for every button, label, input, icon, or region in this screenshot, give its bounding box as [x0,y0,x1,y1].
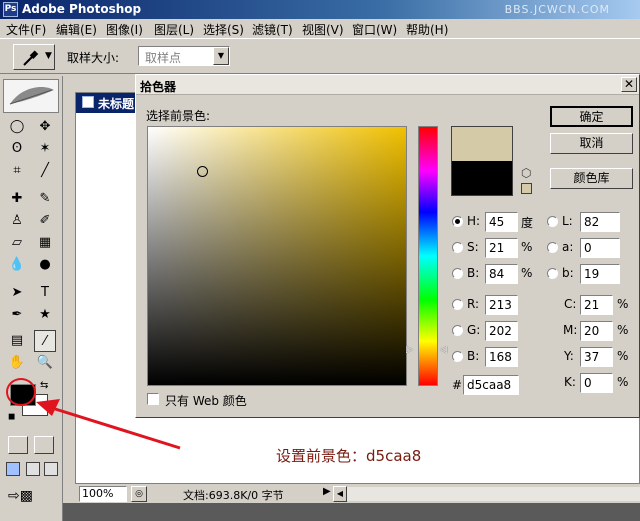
color-field-cursor[interactable] [197,166,208,177]
web-colors-checkbox[interactable] [147,393,159,405]
hsb-h-radio[interactable] [452,216,463,227]
color-preview [451,126,513,196]
h-label: H: [467,214,481,228]
k-input[interactable]: 0 [580,373,613,393]
y-unit: % [617,349,629,363]
h-input[interactable]: 45 [485,212,518,232]
l-label: L: [562,214,573,228]
hue-slider-left-handle-icon[interactable]: ▷ [406,345,413,355]
s-input[interactable]: 21 [485,238,518,258]
lab-l-radio[interactable] [547,216,558,227]
c-unit: % [617,297,629,311]
hue-slider[interactable] [418,126,438,386]
current-color-swatch [452,161,512,195]
k-unit: % [617,375,629,389]
gamut-swatch[interactable] [521,183,532,194]
r-input[interactable]: 213 [485,295,518,315]
b-label: B: [467,266,480,280]
select-foreground-label: 选择前景色: [146,109,211,123]
a-input[interactable]: 0 [580,238,620,258]
hex-input[interactable]: d5caa8 [463,375,519,395]
blue-input[interactable]: 168 [485,347,518,367]
l-input[interactable]: 82 [580,212,620,232]
hue-slider-right-handle-icon[interactable]: ◁ [440,345,447,355]
web-colors-label: 只有 Web 颜色 [165,394,247,408]
s-label: S: [467,240,479,254]
close-icon[interactable]: ✕ [621,77,637,92]
lab-b-radio[interactable] [547,268,558,279]
cancel-button[interactable]: 取消 [550,133,633,154]
gamut-cube-icon[interactable]: ⬡ [521,166,531,180]
brightness-unit: % [521,266,533,280]
r-label: R: [467,297,480,311]
rgb-g-radio[interactable] [452,325,463,336]
brightness-input[interactable]: 84 [485,264,518,284]
m-label: M: [563,323,578,337]
color-libraries-button[interactable]: 颜色库 [550,168,633,189]
hex-label: # [452,378,463,392]
s-unit: % [521,240,533,254]
lab-a-radio[interactable] [547,242,558,253]
ok-button[interactable]: 确定 [550,106,633,127]
lab-b-input[interactable]: 19 [580,264,620,284]
c-input[interactable]: 21 [580,295,613,315]
color-field[interactable] [147,126,407,386]
k-label: K: [564,375,576,389]
y-label: Y: [564,349,574,363]
m-input[interactable]: 20 [580,321,613,341]
g-input[interactable]: 202 [485,321,518,341]
g-label: G: [467,323,481,337]
y-input[interactable]: 37 [580,347,613,367]
rgb-b-radio[interactable] [452,351,463,362]
hsb-s-radio[interactable] [452,242,463,253]
dialog-titlebar: 拾色器 ✕ [136,75,639,95]
m-unit: % [617,323,629,337]
rgb-r-radio[interactable] [452,299,463,310]
a-label: a: [562,240,574,254]
c-label: C: [564,297,577,311]
h-unit: 度 [521,216,534,230]
hsb-b-radio[interactable] [452,268,463,279]
new-color-swatch [452,127,512,161]
blue-label: B: [467,349,480,363]
dialog-title: 拾色器 [140,80,177,94]
lab-b-label: b: [562,266,574,280]
